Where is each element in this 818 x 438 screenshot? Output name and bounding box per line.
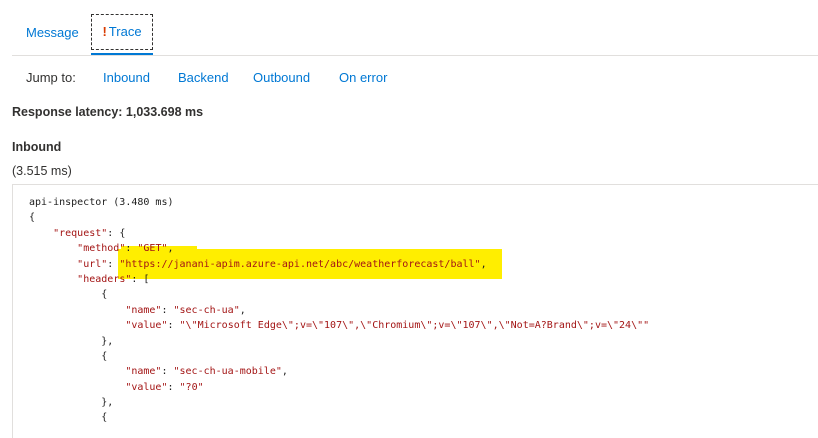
tab-bar: Message ! Trace xyxy=(12,12,818,56)
code-line: api-inspector (3.480 ms) xyxy=(29,197,174,208)
code-line: { xyxy=(29,289,108,301)
warning-icon: ! xyxy=(102,24,107,39)
code-line: "headers": [ xyxy=(77,273,150,285)
tab-trace[interactable]: ! Trace xyxy=(91,14,153,50)
code-line: "method": "GET", xyxy=(77,243,174,255)
jump-link-outbound[interactable]: Outbound xyxy=(253,69,310,87)
code-line: "value": "?0" xyxy=(125,381,204,393)
code-line: "name": "sec-ch-ua-mobile", xyxy=(125,366,288,378)
trace-code-viewer[interactable]: api-inspector (3.480 ms) { "request": { "… xyxy=(12,184,818,438)
code-line: { xyxy=(29,212,36,224)
code-line: "name": "sec-ch-ua", xyxy=(125,304,246,316)
section-time: (3.515 ms) xyxy=(12,164,72,178)
code-line: "request": { xyxy=(53,227,126,239)
response-latency: Response latency: 1,033.698 ms xyxy=(12,105,204,119)
code-line: "value": "\"Microsoft Edge\";v=\"107\",\… xyxy=(125,320,650,332)
jump-link-on-error[interactable]: On error xyxy=(339,69,387,87)
section-title-inbound: Inbound xyxy=(12,140,62,154)
jump-link-inbound[interactable]: Inbound xyxy=(103,69,150,87)
trace-json: api-inspector (3.480 ms) { "request": { "… xyxy=(29,195,649,426)
code-line: { xyxy=(29,412,108,424)
tab-message[interactable]: Message xyxy=(26,14,79,52)
active-tab-indicator xyxy=(91,53,153,55)
code-line: { xyxy=(29,350,108,362)
code-line: }, xyxy=(29,397,114,409)
code-line: "url": "https://janani-apim.azure-api.ne… xyxy=(77,258,487,270)
code-line: }, xyxy=(29,335,114,347)
jump-to-label: Jump to: xyxy=(26,70,76,85)
jump-link-backend[interactable]: Backend xyxy=(178,69,229,87)
tab-trace-label: Trace xyxy=(108,24,142,39)
